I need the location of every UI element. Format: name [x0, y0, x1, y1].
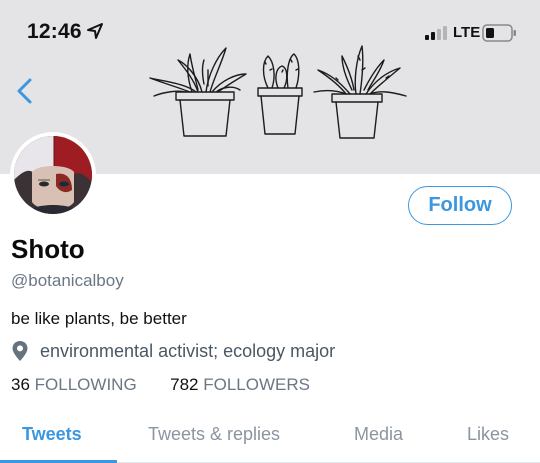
- profile-handle: @botanicalboy: [11, 271, 124, 290]
- profile-tabs: Tweets Tweets & replies Media Likes: [0, 410, 540, 463]
- followers-count: 782: [170, 375, 199, 394]
- status-bar: 12:46 LTE: [0, 0, 540, 62]
- follow-button[interactable]: Follow: [408, 186, 512, 225]
- tab-media[interactable]: Media: [354, 424, 403, 445]
- back-chevron-icon[interactable]: [12, 76, 40, 106]
- status-time: 12:46: [27, 20, 82, 43]
- following-label: FOLLOWING: [34, 375, 137, 394]
- followers-stat[interactable]: 782 FOLLOWERS: [170, 375, 310, 394]
- avatar-image: [14, 136, 92, 214]
- location-pin-icon: [12, 341, 28, 361]
- network-type-label: LTE: [453, 24, 481, 41]
- following-stat[interactable]: 36 FOLLOWING: [11, 375, 141, 394]
- tab-tweets[interactable]: Tweets: [22, 424, 82, 445]
- tab-likes[interactable]: Likes: [467, 424, 509, 445]
- following-count: 36: [11, 375, 30, 394]
- battery-icon: [482, 24, 516, 42]
- location-text: environmental activist; ecology major: [40, 341, 336, 361]
- follow-counts: 36 FOLLOWING 782 FOLLOWERS: [11, 375, 310, 395]
- location-arrow-icon: [87, 23, 103, 39]
- tab-tweets-replies[interactable]: Tweets & replies: [148, 424, 280, 445]
- followers-label: FOLLOWERS: [203, 375, 310, 394]
- profile-bio: be like plants, be better: [11, 309, 187, 328]
- profile-name: Shoto: [11, 234, 85, 264]
- cellular-signal-icon: [425, 26, 447, 40]
- profile-avatar[interactable]: [10, 132, 96, 218]
